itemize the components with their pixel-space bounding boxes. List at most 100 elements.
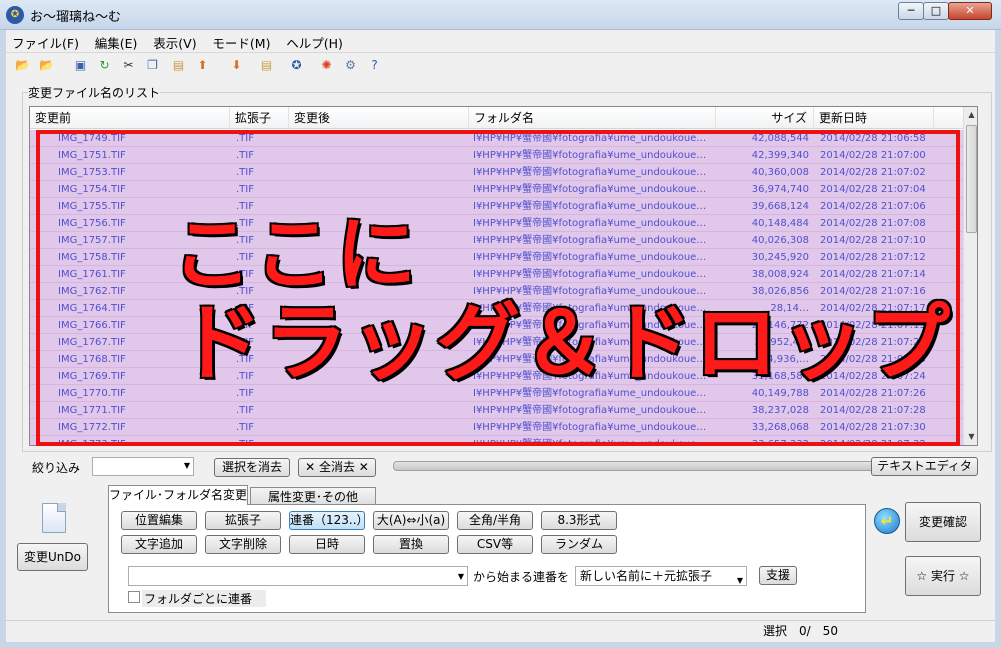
column-header-folder[interactable]: フォルダ名: [469, 107, 716, 129]
cell-size: 31,168,584: [751, 371, 809, 382]
menu-view[interactable]: 表示(V): [147, 30, 202, 52]
filter-slider[interactable]: [393, 461, 881, 471]
table-row[interactable]: IMG_1756.TIF .TIF I¥HP¥HP¥蟹帝國¥fotografia¥u…: [30, 215, 963, 232]
app-mode-icon[interactable]: ✪: [288, 57, 305, 74]
filter-combo[interactable]: ▼: [92, 457, 194, 476]
table-row[interactable]: IMG_1770.TIF .TIF I¥HP¥HP¥蟹帝國¥fotografia¥u…: [30, 385, 963, 402]
help-icon[interactable]: ?: [366, 57, 383, 74]
column-header-extension[interactable]: 拡張子: [230, 107, 289, 129]
table-row[interactable]: IMG_1773.TIF .TIF I¥HP¥HP¥蟹帝國¥fotografia¥u…: [30, 436, 963, 445]
cell-folder: I¥HP¥HP¥蟹帝國¥fotografia¥ume_undoukoue…: [473, 150, 707, 161]
table-row[interactable]: IMG_1769.TIF .TIF I¥HP¥HP¥蟹帝國¥fotografia¥u…: [30, 368, 963, 385]
menu-edit[interactable]: 編集(E): [89, 30, 144, 52]
open-folder-icon[interactable]: 📂: [14, 57, 31, 74]
list-rows: IMG_1749.TIF .TIF I¥HP¥HP¥蟹帝國¥fotografia¥u…: [30, 130, 963, 445]
format83-button[interactable]: 8.3形式: [541, 511, 617, 530]
clear-all-button[interactable]: ✕ 全消去 ✕: [298, 458, 376, 477]
vertical-scrollbar[interactable]: ▲ ▼: [963, 107, 977, 445]
menu-help[interactable]: ヘルプ(H): [280, 30, 349, 52]
cell-size: 33,657,332: [751, 439, 809, 445]
menu-file[interactable]: ファイル(F): [6, 30, 85, 52]
cell-after: [294, 266, 464, 283]
case-button[interactable]: 大(A)⇔小(a): [373, 511, 449, 530]
text-editor-button[interactable]: テキストエディタ: [871, 457, 978, 476]
add-text-button[interactable]: 文字追加: [121, 535, 197, 554]
app-icon[interactable]: ✪: [6, 6, 24, 24]
column-header-size[interactable]: サイズ: [716, 107, 814, 129]
cell-extension: .TIF: [236, 286, 254, 297]
cell-modified: 2014/02/28 21:07:06: [820, 201, 926, 212]
position-edit-button[interactable]: 位置編集: [121, 511, 197, 530]
save-icon[interactable]: ▣: [72, 57, 89, 74]
execute-button[interactable]: ☆ 実行 ☆: [905, 556, 981, 596]
close-button[interactable]: ✕: [948, 2, 992, 20]
maximize-button[interactable]: □: [923, 2, 949, 20]
table-row[interactable]: IMG_1749.TIF .TIF I¥HP¥HP¥蟹帝國¥fotografia¥u…: [30, 130, 963, 147]
table-row[interactable]: IMG_1761.TIF .TIF I¥HP¥HP¥蟹帝國¥fotografia¥u…: [30, 266, 963, 283]
undo-button[interactable]: 変更UnDo: [17, 543, 88, 571]
cell-modified: 2014/02/28 21:07:19: [820, 320, 926, 331]
table-row[interactable]: IMG_1755.TIF .TIF I¥HP¥HP¥蟹帝國¥fotografia¥u…: [30, 198, 963, 215]
table-row[interactable]: IMG_1766.TIF .TIF I¥HP¥HP¥蟹帝國¥fotografia¥u…: [30, 317, 963, 334]
table-row[interactable]: IMG_1768.TIF .TIF I¥HP¥HP¥蟹帝國¥fotografia¥u…: [30, 351, 963, 368]
menu-mode[interactable]: モード(M): [206, 30, 276, 52]
sequence-start-combo[interactable]: ▼: [128, 566, 468, 586]
table-row[interactable]: IMG_1767.TIF .TIF I¥HP¥HP¥蟹帝國¥fotografia¥u…: [30, 334, 963, 351]
move-up-icon[interactable]: ⬆: [194, 57, 211, 74]
column-header-before[interactable]: 変更前: [30, 107, 230, 129]
column-header-after[interactable]: 変更後: [289, 107, 469, 129]
paste-icon[interactable]: ▤: [170, 57, 187, 74]
cell-before: IMG_1771.TIF: [58, 405, 126, 416]
file-list[interactable]: 変更前 拡張子 変更後 フォルダ名 サイズ 更新日時 IMG_1749.TIF.…: [29, 106, 978, 446]
clear-selection-button[interactable]: 選択を消去: [214, 458, 290, 477]
sequence-label: から始まる連番を: [473, 570, 570, 584]
delete-text-button[interactable]: 文字削除: [205, 535, 281, 554]
cell-before: IMG_1769.TIF: [58, 371, 126, 382]
minimize-button[interactable]: ─: [898, 2, 924, 20]
move-down-icon[interactable]: ⬇: [228, 57, 245, 74]
tab-rename[interactable]: ファイル･フォルダ名変更: [108, 485, 248, 505]
copy-icon[interactable]: ❐: [144, 57, 161, 74]
cell-extension: .TIF: [236, 235, 254, 246]
cell-extension: .TIF: [236, 252, 254, 263]
scroll-down-arrow-icon[interactable]: ▼: [964, 429, 977, 445]
table-row[interactable]: IMG_1762.TIF .TIF I¥HP¥HP¥蟹帝國¥fotografia¥u…: [30, 283, 963, 300]
cell-size: 38,237,028: [751, 405, 809, 416]
table-row[interactable]: IMG_1758.TIF .TIF I¥HP¥HP¥蟹帝國¥fotografia¥u…: [30, 249, 963, 266]
cut-icon[interactable]: ✂: [120, 57, 137, 74]
tools-icon[interactable]: ⚙: [342, 57, 359, 74]
table-row[interactable]: IMG_1771.TIF .TIF I¥HP¥HP¥蟹帝國¥fotografia¥u…: [30, 402, 963, 419]
replace-button[interactable]: 置換: [373, 535, 449, 554]
scroll-up-arrow-icon[interactable]: ▲: [964, 107, 977, 123]
tab-attributes[interactable]: 属性変更･その他: [250, 487, 376, 505]
scroll-thumb[interactable]: [966, 125, 977, 233]
sequence-button[interactable]: 連番（123..）: [289, 511, 369, 530]
open-subfolder-icon[interactable]: 📂: [38, 57, 55, 74]
assist-button[interactable]: 支援: [759, 566, 797, 585]
table-row[interactable]: IMG_1754.TIF .TIF I¥HP¥HP¥蟹帝國¥fotografia¥u…: [30, 181, 963, 198]
cell-modified: 2014/02/28 21:07:32: [820, 439, 926, 445]
cell-after: [294, 351, 464, 368]
cell-modified: 2014/02/28 21:07:24: [820, 371, 926, 382]
cell-after: [294, 181, 464, 198]
extension-button[interactable]: 拡張子: [205, 511, 281, 530]
table-row[interactable]: IMG_1757.TIF .TIF I¥HP¥HP¥蟹帝國¥fotografia¥u…: [30, 232, 963, 249]
refresh-icon[interactable]: ↻: [96, 57, 113, 74]
column-header-modified[interactable]: 更新日時: [814, 107, 934, 129]
table-row[interactable]: IMG_1753.TIF .TIF I¥HP¥HP¥蟹帝國¥fotografia¥u…: [30, 164, 963, 181]
per-folder-checkbox[interactable]: [128, 591, 140, 603]
datetime-button[interactable]: 日時: [289, 535, 365, 554]
toolbar: 📂 📂 ▣ ↻ ✂ ❐ ▤ ⬆ ⬇ ▤ ✪ ✺ ⚙?: [6, 52, 995, 79]
csv-button[interactable]: CSV等: [457, 535, 533, 554]
width-button[interactable]: 全角/半角: [457, 511, 533, 530]
cell-size: 36,974,740: [751, 184, 809, 195]
settings-icon[interactable]: ✺: [318, 57, 335, 74]
extension-option-select[interactable]: 新しい名前に＋元拡張子 ▼: [575, 566, 747, 586]
confirm-changes-button[interactable]: 変更確認: [905, 502, 981, 542]
table-row[interactable]: IMG_1751.TIF .TIF I¥HP¥HP¥蟹帝國¥fotografia¥u…: [30, 147, 963, 164]
sort-icon[interactable]: ▤: [258, 57, 275, 74]
random-button[interactable]: ランダム: [541, 535, 617, 554]
cell-size: 28,146,772: [751, 320, 809, 331]
table-row[interactable]: IMG_1764.TIF .TIF I¥HP¥HP¥蟹帝國¥fotografia¥u…: [30, 300, 963, 317]
table-row[interactable]: IMG_1772.TIF .TIF I¥HP¥HP¥蟹帝國¥fotografia¥u…: [30, 419, 963, 436]
